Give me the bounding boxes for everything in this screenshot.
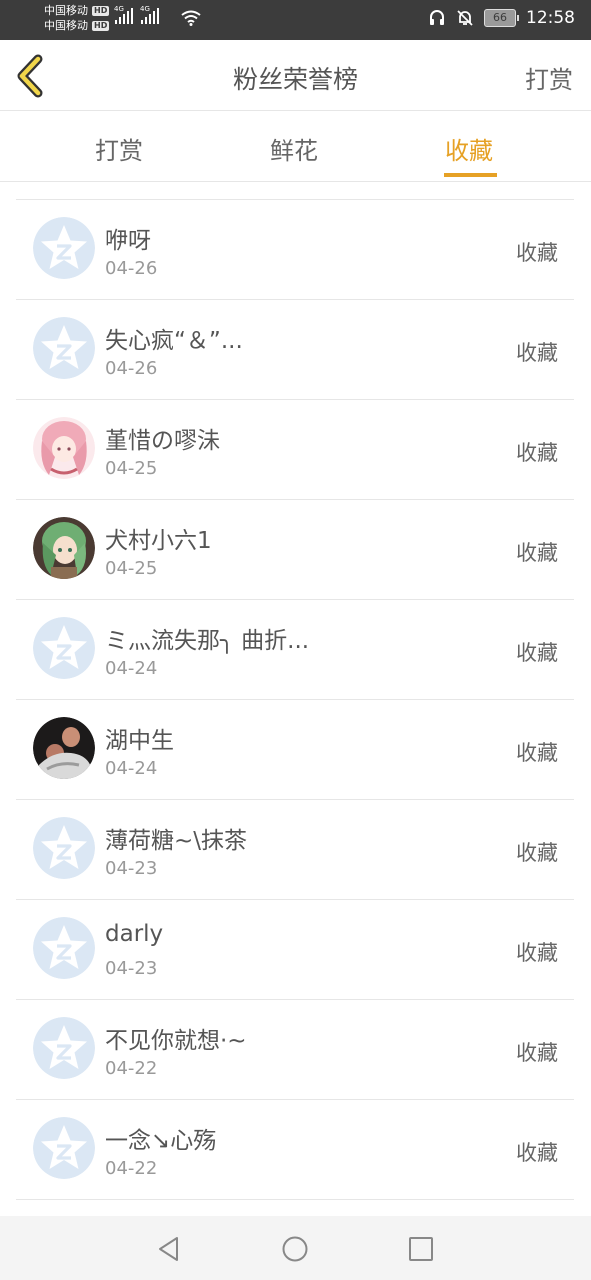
avatar[interactable]: [33, 1017, 95, 1079]
date: 04-23: [105, 958, 158, 979]
list-item[interactable]: 湖中生 04-24 收藏: [16, 700, 574, 800]
date: 04-22: [105, 1158, 158, 1179]
wifi-icon: [181, 10, 201, 26]
tab-tip[interactable]: 打赏: [95, 131, 143, 166]
tip-button[interactable]: 打赏: [525, 60, 573, 95]
date: 04-23: [105, 858, 158, 879]
signal-icon: 4G: [140, 5, 159, 24]
header: 粉丝荣誉榜 打赏: [0, 40, 591, 111]
avatar[interactable]: [33, 417, 95, 479]
user-name: ミ灬流失那╮ 曲折...: [105, 628, 310, 654]
user-name: 犬村小六1: [105, 528, 212, 554]
active-tab-indicator: [444, 173, 497, 177]
tab-flowers[interactable]: 鲜花: [270, 131, 318, 166]
favorites-list: 咿呀 04-26 收藏 失心疯“＆”... 04-26 收藏 堇惜の嘐沬 04-…: [16, 199, 574, 1200]
action-tag: 收藏: [516, 941, 558, 965]
date: 04-25: [105, 458, 158, 479]
action-tag: 收藏: [516, 441, 558, 465]
list-item[interactable]: ミ灬流失那╮ 曲折... 04-24 收藏: [16, 600, 574, 700]
user-name: 一念↘心殇: [105, 1128, 217, 1154]
status-bar: 中国移动 HD 中国移动 HD 4G 4G 66 12:58: [0, 0, 591, 40]
avatar[interactable]: [33, 217, 95, 279]
tab-favorites[interactable]: 收藏: [445, 131, 493, 166]
date: 04-25: [105, 558, 158, 579]
home-circle-icon[interactable]: [280, 1234, 310, 1264]
carrier-1: 中国移动: [44, 4, 88, 17]
action-tag: 收藏: [516, 1041, 558, 1065]
date: 04-26: [105, 258, 158, 279]
system-nav-bar: [0, 1216, 591, 1280]
list-item[interactable]: 犬村小六1 04-25 收藏: [16, 500, 574, 600]
avatar[interactable]: [33, 517, 95, 579]
action-tag: 收藏: [516, 1141, 558, 1165]
mute-bell-icon: [457, 10, 473, 26]
user-name: 堇惜の嘐沬: [105, 428, 220, 454]
hd-badge: HD: [92, 5, 110, 16]
action-tag: 收藏: [516, 741, 558, 765]
avatar[interactable]: [33, 1117, 95, 1179]
avatar[interactable]: [33, 617, 95, 679]
list-item[interactable]: 咿呀 04-26 收藏: [16, 200, 574, 300]
clock: 12:58: [526, 8, 575, 28]
avatar[interactable]: [33, 917, 95, 979]
list-item[interactable]: 薄荷糖~\抹茶 04-23 收藏: [16, 800, 574, 900]
date: 04-26: [105, 358, 158, 379]
avatar[interactable]: [33, 717, 95, 779]
action-tag: 收藏: [516, 641, 558, 665]
user-name: 咿呀: [105, 228, 151, 254]
user-name: 湖中生: [105, 728, 174, 754]
user-name: darly: [105, 921, 164, 947]
battery-icon: 66: [484, 9, 519, 27]
headset-icon: [430, 10, 444, 25]
user-name: 不见你就想·~: [105, 1028, 247, 1054]
carrier-2: 中国移动: [44, 19, 88, 32]
avatar[interactable]: [33, 817, 95, 879]
recents-square-icon[interactable]: [406, 1234, 436, 1264]
carrier-info: 中国移动 HD 中国移动 HD: [44, 3, 110, 33]
list-item[interactable]: 失心疯“＆”... 04-26 收藏: [16, 300, 574, 400]
date: 04-24: [105, 758, 158, 779]
list-item[interactable]: 不见你就想·~ 04-22 收藏: [16, 1000, 574, 1100]
date: 04-22: [105, 1058, 158, 1079]
list-item[interactable]: darly 04-23 收藏: [16, 900, 574, 1000]
tab-bar: 打赏 鲜花 收藏: [0, 111, 591, 182]
user-name: 失心疯“＆”...: [105, 328, 243, 354]
list-item[interactable]: 堇惜の嘐沬 04-25 收藏: [16, 400, 574, 500]
hd-badge: HD: [92, 20, 110, 31]
user-name: 薄荷糖~\抹茶: [105, 828, 248, 854]
action-tag: 收藏: [516, 241, 558, 265]
action-tag: 收藏: [516, 341, 558, 365]
signal-icon: 4G: [114, 5, 133, 24]
action-tag: 收藏: [516, 541, 558, 565]
page-title: 粉丝荣誉榜: [232, 65, 358, 94]
avatar[interactable]: [33, 317, 95, 379]
list-item[interactable]: 一念↘心殇 04-22 收藏: [16, 1100, 574, 1200]
back-triangle-icon[interactable]: [154, 1234, 184, 1264]
action-tag: 收藏: [516, 841, 558, 865]
date: 04-24: [105, 658, 158, 679]
